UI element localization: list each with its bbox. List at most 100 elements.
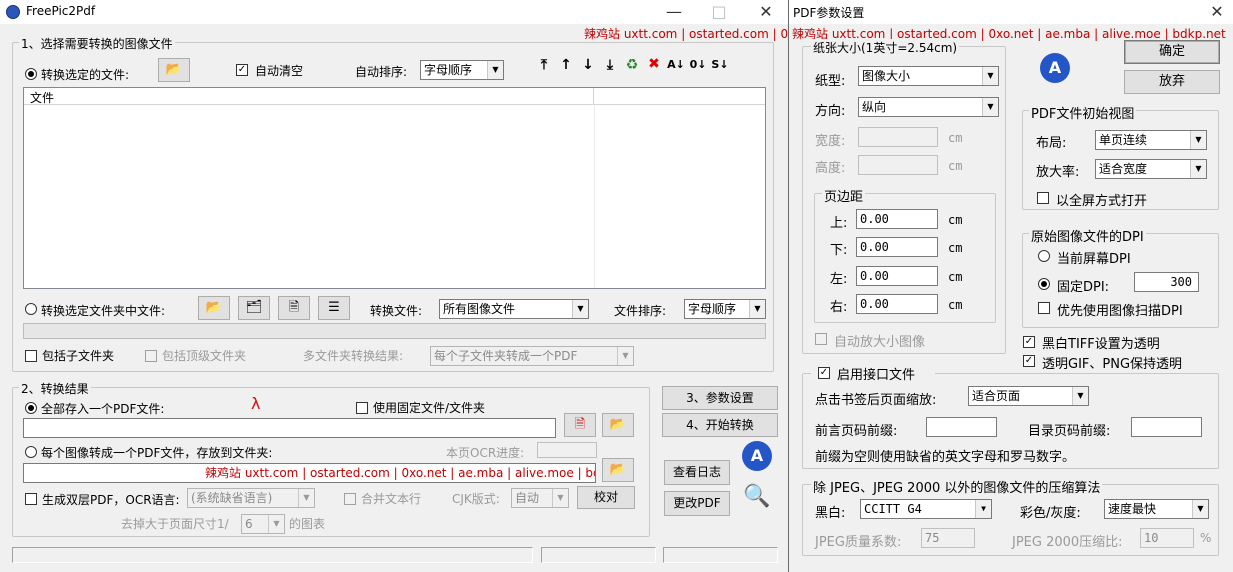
file-list[interactable]: 文件: [23, 87, 766, 289]
remove-chart-select[interactable]: 6 ▼: [241, 514, 285, 534]
margin-right-input[interactable]: 0.00: [856, 294, 938, 314]
file-sort-select[interactable]: 字母顺序 ▼: [684, 299, 766, 319]
delete-icon[interactable]: ✖: [644, 56, 664, 72]
close-button[interactable]: ✕: [744, 0, 788, 24]
pdf-logo-icon: λ: [251, 394, 261, 413]
margin-bottom-input[interactable]: 0.00: [856, 237, 938, 257]
params-button[interactable]: 3、参数设置: [662, 386, 778, 410]
pdf-settings-window: PDF参数设置 ✕ 辣鸡站 uxtt.com | ostarted.com | …: [789, 0, 1233, 572]
radio-fixed-dpi[interactable]: [1038, 278, 1050, 290]
merge-lines-label: 合并文本行: [361, 492, 422, 506]
browse-output-folder-button[interactable]: 📂: [602, 458, 634, 482]
remove-chart-label: 去掉大于页面尺寸1/: [121, 517, 229, 531]
multi-folder-select[interactable]: 每个子文件夹转成一个PDF ▼: [430, 346, 634, 366]
maximize-button[interactable]: □: [697, 0, 741, 24]
chevron-down-icon: ▼: [1192, 500, 1208, 518]
window-title: FreePic2Pdf: [26, 4, 96, 18]
auto-scale-label: 自动放大小图像: [834, 335, 926, 350]
ocr-language-select[interactable]: (系统缺省语言) ▼: [187, 488, 315, 508]
jpeg-quality-input[interactable]: 75: [921, 528, 975, 548]
acrobat-logo-icon: A: [1040, 53, 1070, 83]
bw-tiff-checkbox[interactable]: ✓: [1023, 336, 1035, 348]
bookmark-zoom-select[interactable]: 适合页面 ▼: [968, 386, 1089, 406]
move-down-icon[interactable]: ↓: [578, 57, 598, 73]
cancel-button[interactable]: 放弃: [1124, 70, 1220, 94]
sort-alpha-icon[interactable]: A↓: [666, 58, 686, 71]
chevron-down-icon: ▼: [982, 98, 998, 116]
move-top-icon[interactable]: ⤒: [534, 57, 554, 73]
modify-pdf-button[interactable]: 更改PDF: [664, 491, 730, 516]
app-icon: [6, 5, 20, 19]
orientation-label: 方向:: [815, 104, 846, 119]
sort-size-icon[interactable]: S↓: [710, 58, 730, 71]
prefer-scan-dpi-label: 优先使用图像扫描DPI: [1057, 304, 1183, 319]
include-top-folder-checkbox[interactable]: [145, 350, 157, 362]
gif-png-checkbox[interactable]: ✓: [1023, 355, 1035, 367]
start-button[interactable]: 4、开始转换: [662, 413, 778, 437]
auto-scale-checkbox[interactable]: [815, 333, 827, 345]
proofread-button[interactable]: 校对: [577, 486, 635, 509]
margin-left-input[interactable]: 0.00: [856, 266, 938, 286]
open-output-folder-button[interactable]: 📂: [602, 413, 634, 437]
ok-button[interactable]: 确定: [1124, 40, 1220, 64]
move-bottom-icon[interactable]: ⤓: [600, 57, 620, 73]
include-subfolders-checkbox[interactable]: [25, 350, 37, 362]
folder-properties-button[interactable]: 🗂: [238, 296, 270, 320]
output-folder-input[interactable]: 辣鸡站 uxtt.com | ostarted.com | 0xo.net | …: [23, 463, 596, 483]
bookmark-zoom-label: 点击书签后页面缩放:: [815, 393, 937, 408]
paper-type-select[interactable]: 图像大小 ▼: [858, 66, 999, 86]
chevron-down-icon: ▼: [617, 347, 633, 365]
column-header-file[interactable]: 文件: [30, 89, 54, 106]
compression-title: 除 JPEG、JPEG 2000 以外的图像文件的压缩算法: [811, 477, 1103, 496]
recycle-icon[interactable]: ♻: [622, 57, 642, 73]
auto-clear-checkbox[interactable]: ✓: [236, 64, 248, 76]
move-up-icon[interactable]: ↑: [556, 57, 576, 73]
chevron-down-icon: ▼: [487, 61, 503, 79]
layout-select[interactable]: 单页连续 ▼: [1095, 130, 1207, 150]
use-fixed-checkbox[interactable]: [356, 402, 368, 414]
radio-selected-files[interactable]: [25, 68, 37, 80]
list-files-button[interactable]: 🗎: [278, 296, 310, 320]
dual-layer-checkbox[interactable]: [25, 493, 37, 505]
color-compress-label: 彩色/灰度:: [1020, 506, 1081, 521]
fixed-dpi-input[interactable]: 300: [1134, 272, 1199, 292]
radio-folder[interactable]: [25, 303, 37, 315]
preface-prefix-input[interactable]: [926, 417, 997, 437]
folder-path-field[interactable]: [23, 323, 766, 339]
fullscreen-checkbox[interactable]: [1037, 192, 1049, 204]
pdf-output-path-input[interactable]: [23, 418, 556, 438]
bw-compress-select[interactable]: CCITT G4 ▼: [860, 499, 992, 519]
select-pdf-button[interactable]: 🗎: [564, 413, 596, 437]
width-input[interactable]: [858, 127, 938, 147]
enable-interface-checkbox[interactable]: ✓: [818, 367, 830, 379]
magnifier-pdf-icon[interactable]: 🔍: [742, 482, 772, 512]
include-subfolders-label: 包括子文件夹: [42, 349, 115, 363]
minimize-button[interactable]: —: [652, 0, 696, 24]
acrobat-icon[interactable]: A: [742, 441, 772, 471]
settings-window-title: PDF参数设置: [793, 6, 865, 20]
merge-lines-checkbox[interactable]: [344, 493, 356, 505]
j2k-ratio-input[interactable]: 10: [1140, 528, 1194, 548]
radio-each-image[interactable]: [25, 446, 37, 458]
margin-top-input[interactable]: 0.00: [856, 209, 938, 229]
orientation-select[interactable]: 纵向 ▼: [858, 97, 999, 117]
radio-screen-dpi[interactable]: [1038, 250, 1050, 262]
color-compress-select[interactable]: 速度最快 ▼: [1104, 499, 1209, 519]
height-input[interactable]: [858, 155, 938, 175]
convert-files-select[interactable]: 所有图像文件 ▼: [439, 299, 589, 319]
view-log-button[interactable]: 查看日志: [664, 460, 730, 485]
radio-all-in-one[interactable]: [25, 402, 37, 414]
enable-interface-label: 启用接口文件: [837, 368, 916, 383]
toc-prefix-input[interactable]: [1131, 417, 1202, 437]
cjk-select[interactable]: 自动 ▼: [511, 488, 569, 508]
open-folder-button[interactable]: 📂: [158, 58, 190, 82]
zoom-select[interactable]: 适合宽度 ▼: [1095, 159, 1207, 179]
sort-number-icon[interactable]: 0↓: [688, 58, 708, 71]
ocr-progress-bar: [537, 442, 597, 458]
browse-folder-button[interactable]: 📂: [198, 296, 230, 320]
chevron-down-icon: ▼: [1190, 131, 1206, 149]
folder-tree-button[interactable]: ☰: [318, 296, 350, 320]
auto-sort-select[interactable]: 字母顺序 ▼: [420, 60, 504, 80]
settings-close-button[interactable]: ✕: [1195, 0, 1233, 24]
prefer-scan-dpi-checkbox[interactable]: [1038, 302, 1050, 314]
